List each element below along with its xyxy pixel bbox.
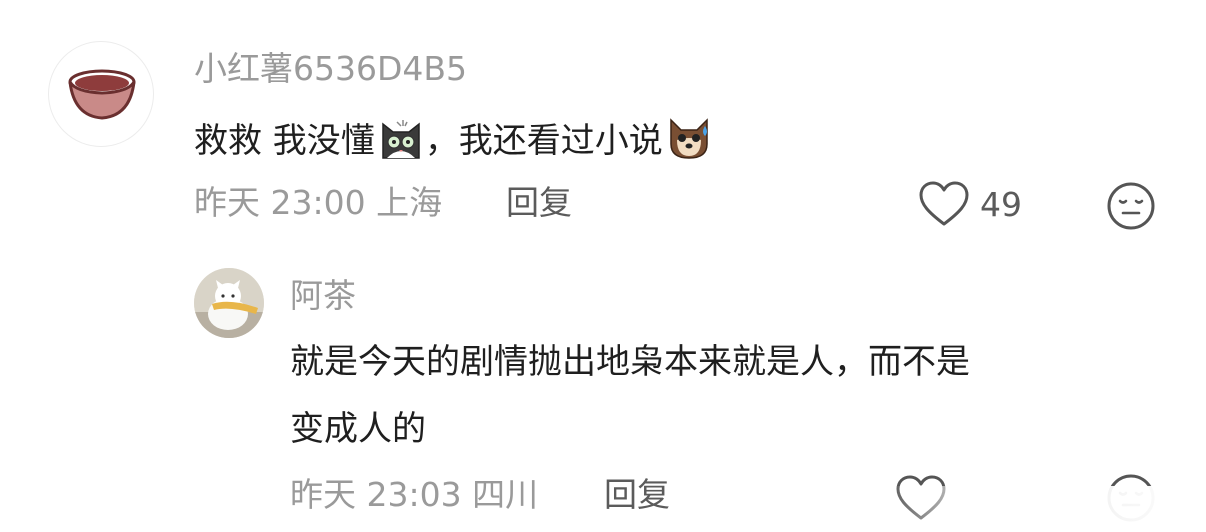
dog-face-sweat-emoji	[665, 114, 713, 162]
expressionless-face-icon[interactable]	[1105, 180, 1157, 232]
like-count: 49	[980, 185, 1022, 224]
heart-outline-icon[interactable]	[918, 180, 970, 228]
comment-text-part2: ，我还看过小说	[424, 121, 663, 161]
reply-reply-button[interactable]: 回复	[604, 478, 670, 511]
commenter-avatar[interactable]	[48, 41, 154, 147]
comment-username[interactable]: 小红薯6536D4B5	[194, 52, 467, 85]
cat-face-emoji	[377, 114, 425, 162]
coconut-bowl-icon	[68, 69, 136, 120]
reply-time-location: 昨天 23:03 四川	[290, 475, 539, 514]
reply-avatar[interactable]	[194, 268, 264, 338]
comment-text: 救救 我没懂 ，我还看过小说	[194, 114, 713, 162]
comment-reply-button[interactable]: 回复	[506, 186, 572, 219]
watermark-overlay	[886, 486, 1206, 532]
comment-text-part1: 救救 我没懂	[194, 121, 375, 161]
reply-username[interactable]: 阿茶	[290, 279, 356, 312]
white-kitten-avatar-icon	[194, 268, 264, 338]
reply-text-line2: 变成人的	[290, 409, 426, 449]
comment-time-location: 昨天 23:00 上海	[194, 183, 443, 222]
reply-text-line1: 就是今天的剧情抛出地枭本来就是人，而不是	[290, 342, 970, 382]
